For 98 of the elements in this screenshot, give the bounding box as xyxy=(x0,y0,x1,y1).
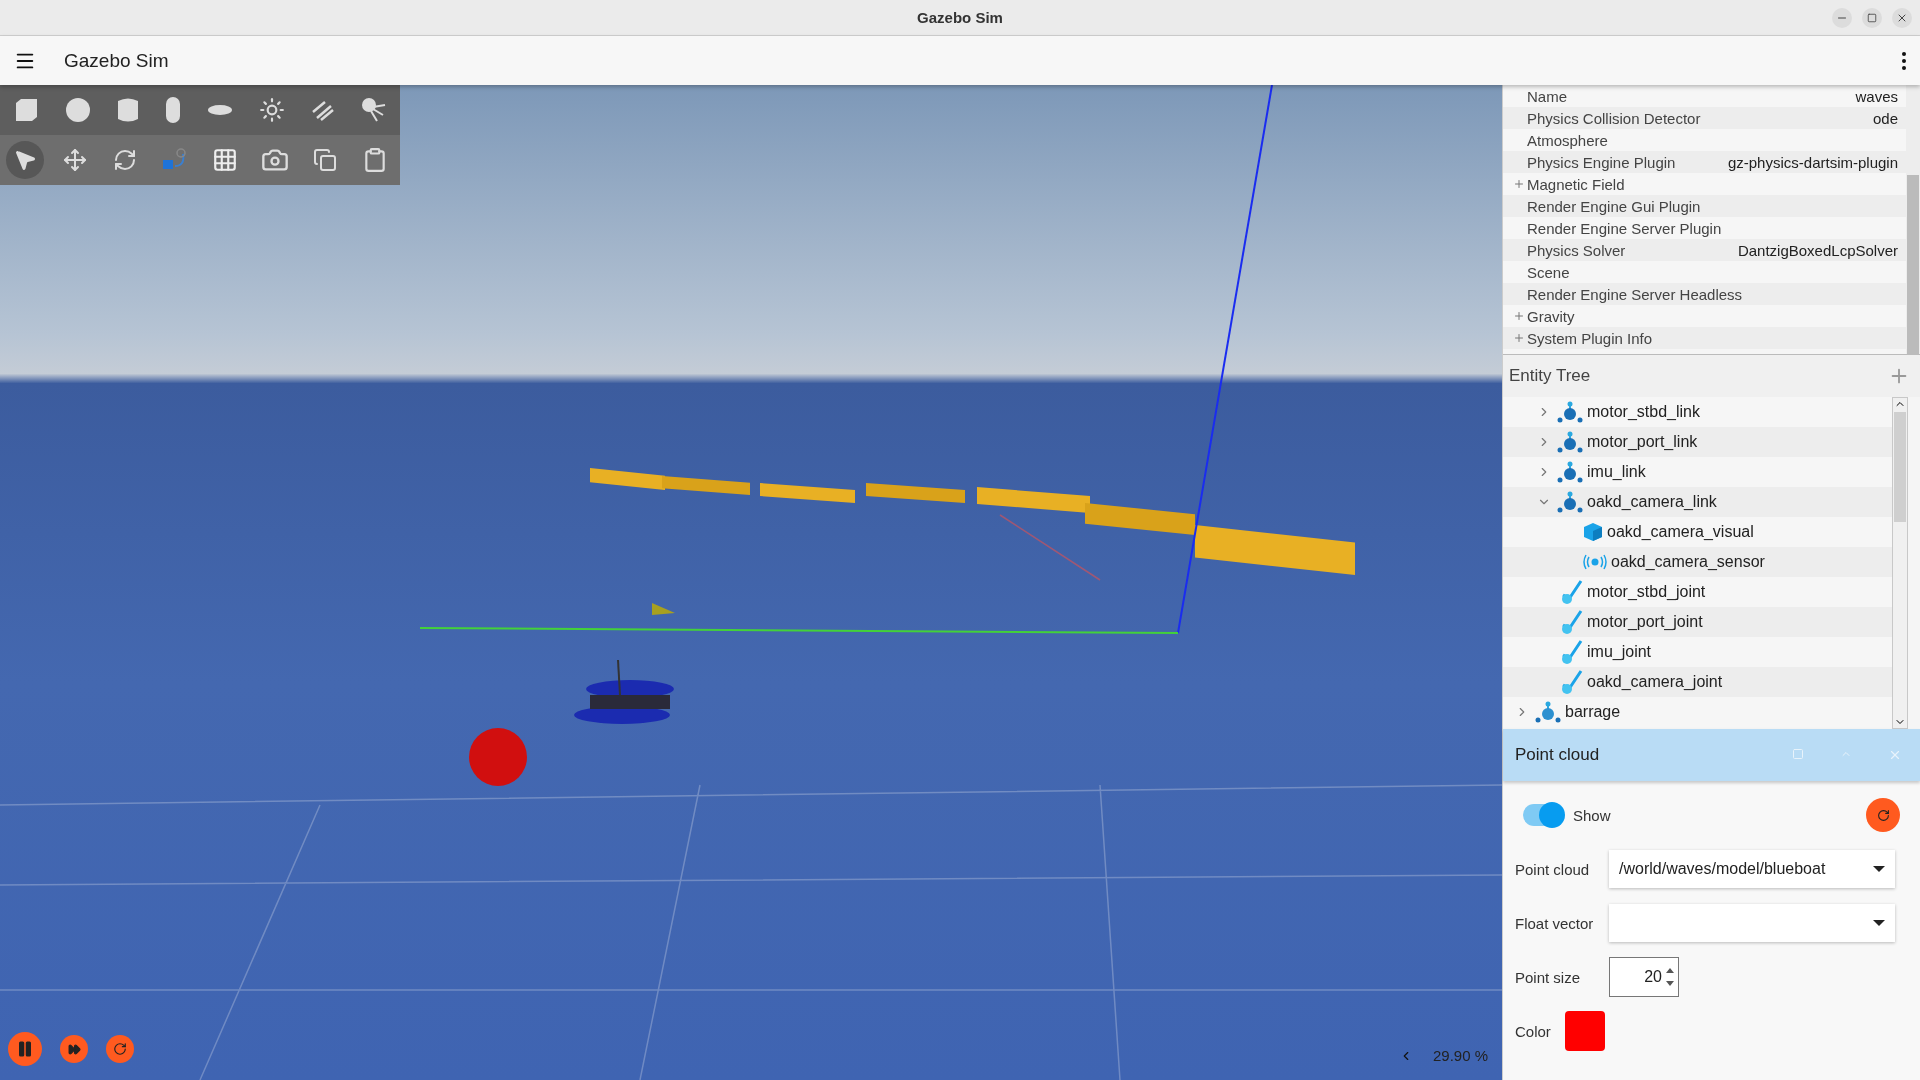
property-label: Physics Solver xyxy=(1527,241,1627,259)
spotlight-icon[interactable] xyxy=(361,97,387,123)
field-label: Point size xyxy=(1515,968,1582,986)
close-icon xyxy=(1896,12,1908,24)
property-row[interactable]: Physics Collision Detector ode xyxy=(1503,107,1906,129)
entity-name: imu_link xyxy=(1587,463,1646,481)
window-title: Gazebo Sim xyxy=(917,9,1003,26)
sun-icon[interactable] xyxy=(259,97,285,123)
property-label: Atmosphere xyxy=(1527,131,1609,149)
link-icon xyxy=(1557,491,1583,513)
property-label: Magnetic Field xyxy=(1527,175,1626,193)
refresh-icon xyxy=(1876,808,1890,822)
pause-icon xyxy=(16,1040,34,1058)
sensor-icon xyxy=(1583,554,1607,570)
step-button[interactable] xyxy=(60,1035,88,1063)
entity-name: barrage xyxy=(1565,703,1621,721)
entity-name: motor_port_link xyxy=(1587,433,1698,451)
real-time-factor: 29.90 % xyxy=(1432,1047,1488,1064)
property-label: Render Engine Server Plugin xyxy=(1527,219,1723,237)
property-label: Scene xyxy=(1527,263,1571,281)
tree-item[interactable]: motor_port_link xyxy=(1503,427,1892,457)
field-label: Color xyxy=(1515,1022,1552,1040)
property-label: System Plugin Info xyxy=(1527,329,1654,347)
maximize-icon xyxy=(1867,13,1877,23)
topic-dropdown[interactable]: /world/waves/model/blueboat xyxy=(1609,850,1895,888)
color-swatch[interactable] xyxy=(1565,1011,1605,1051)
pause-button[interactable] xyxy=(8,1032,42,1066)
entity-name: oakd_camera_sensor xyxy=(1611,553,1765,571)
property-label: Gravity xyxy=(1527,307,1576,325)
property-row[interactable]: Render Engine Server Headless xyxy=(1503,283,1906,305)
entity-name: oakd_camera_link xyxy=(1587,493,1717,511)
property-row[interactable]: Physics Engine Plugin gz-physics-dartsim-plugin xyxy=(1503,151,1906,173)
copy-icon xyxy=(313,148,337,172)
scrollbar-thumb[interactable] xyxy=(1907,175,1919,354)
cylinder-icon[interactable] xyxy=(117,97,139,123)
property-value: gz-physics-dartsim-plugin xyxy=(1727,153,1898,171)
entity-name: motor_stbd_joint xyxy=(1587,583,1706,601)
capsule-icon[interactable] xyxy=(165,96,181,124)
sphere-drawing xyxy=(469,728,527,786)
panel-title: Entity Tree xyxy=(1509,366,1591,386)
property-label: Physics Collision Detector xyxy=(1527,109,1702,127)
point-size-spinbox[interactable]: 20 xyxy=(1609,957,1679,997)
caret-icon xyxy=(1873,920,1885,926)
caret-icon xyxy=(1873,866,1885,872)
tree-item[interactable]: motor_port_joint xyxy=(1503,607,1892,637)
marker-drawing xyxy=(652,603,675,615)
property-label: Name xyxy=(1527,87,1568,105)
entity-name: motor_stbd_link xyxy=(1587,403,1700,421)
spin-arrows-icon xyxy=(1666,966,1674,988)
reset-icon xyxy=(113,1042,127,1056)
entity-name: oakd_camera_joint xyxy=(1587,673,1723,691)
tool-button[interactable] xyxy=(6,141,44,179)
scrollbar[interactable] xyxy=(1892,397,1908,729)
entity-name: oakd_camera_visual xyxy=(1607,523,1754,541)
fast-forward-icon xyxy=(67,1042,81,1056)
parallel-lines-icon[interactable] xyxy=(311,98,335,122)
pointer-icon xyxy=(13,148,37,172)
field-label: Float vector xyxy=(1515,914,1595,932)
property-label: Render Engine Server Headless xyxy=(1527,285,1744,303)
toggle-label: Show xyxy=(1573,806,1612,824)
field-label: Point cloud xyxy=(1515,860,1591,878)
refresh-button[interactable] xyxy=(1866,798,1900,832)
panel-title: Point cloud xyxy=(1515,745,1601,765)
show-toggle[interactable] xyxy=(1523,804,1563,826)
reset-button[interactable] xyxy=(106,1035,134,1063)
property-row[interactable]: Render Engine Gui Plugin xyxy=(1503,195,1906,217)
close-icon xyxy=(1888,748,1902,762)
sphere-icon[interactable] xyxy=(65,97,91,123)
property-label: Physics Engine Plugin xyxy=(1527,153,1677,171)
maximize-icon xyxy=(1792,748,1804,760)
property-row[interactable]: System Plugin Info xyxy=(1503,327,1906,349)
cube-icon xyxy=(1583,522,1603,542)
maximize-button[interactable] xyxy=(1862,8,1882,28)
property-value: DantzigBoxedLcpSolver xyxy=(1737,241,1898,259)
property-row[interactable]: Physics Solver DantzigBoxedLcpSolver xyxy=(1503,239,1906,261)
model-icon xyxy=(1535,701,1561,723)
property-value: waves xyxy=(1855,87,1898,105)
more-options-button[interactable] xyxy=(1902,51,1906,70)
move-icon xyxy=(63,148,87,172)
ellipsoid-icon[interactable] xyxy=(207,103,233,117)
close-button[interactable] xyxy=(1892,8,1912,28)
entity-name: imu_joint xyxy=(1587,643,1652,661)
link-icon xyxy=(1557,461,1583,483)
app-title: Gazebo Sim xyxy=(64,49,170,72)
property-value: ode xyxy=(1872,109,1898,127)
grid-icon xyxy=(212,147,238,173)
more-icon xyxy=(1902,51,1906,70)
tree-item[interactable]: oakd_camera_link xyxy=(1503,487,1892,517)
tree-item[interactable]: oakd_camera_sensor xyxy=(1503,547,1892,577)
entity-name: motor_port_joint xyxy=(1587,613,1703,631)
link-icon xyxy=(1557,401,1583,423)
cube-icon[interactable] xyxy=(13,97,39,123)
tree-item[interactable]: oakd_camera_joint xyxy=(1503,667,1892,697)
paste-icon xyxy=(362,147,388,173)
minimize-button[interactable] xyxy=(1832,8,1852,28)
link-icon xyxy=(1557,431,1583,453)
rotate-icon xyxy=(113,148,137,172)
property-label: Render Engine Gui Plugin xyxy=(1527,197,1702,215)
